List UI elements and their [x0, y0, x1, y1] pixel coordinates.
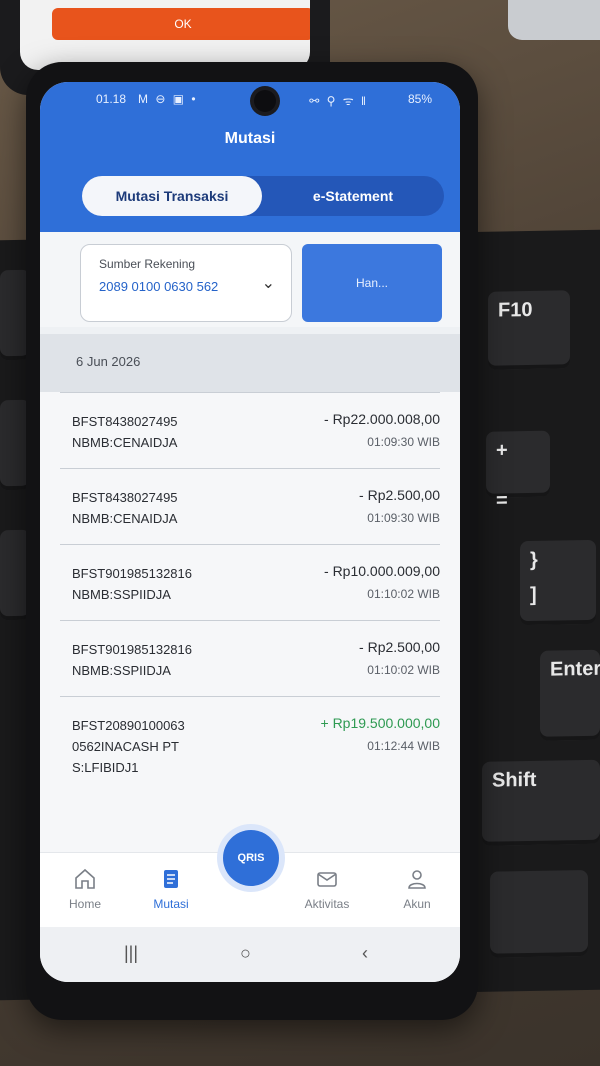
chevron-down-icon: ⌄ [261, 275, 275, 292]
battery-level: 85% [407, 92, 432, 106]
date-label: 6 Jun 2026 [76, 354, 141, 369]
transaction-description: BFST8438027495 NBMB:CENAIDJA [72, 490, 178, 526]
transaction-description: BFST8438027495 NBMB:CENAIDJA [72, 414, 178, 450]
nav-home-label: Home [68, 897, 101, 911]
key-enter: Enter [540, 649, 600, 741]
home-icon [75, 868, 95, 889]
transaction-amount: + Rp19.500.000,00 [320, 715, 441, 731]
nav-mutasi[interactable]: Mutasi [136, 867, 206, 911]
account-number: 2089 0100 0630 562 [99, 279, 219, 294]
transaction-time: 01:09:30 WIB [367, 511, 440, 525]
qris-label: QRIS [237, 852, 265, 864]
app-header: 01.18 M ⊖ ▣ • ⚯ ⚲ ᯤ ‖ 85% Mutasi Mutasi … [40, 82, 460, 232]
account-selector[interactable]: Sumber Rekening 2089 0100 0630 562 ⌄ [80, 244, 292, 322]
transaction-row[interactable]: BFST8438027495 NBMB:CENAIDJA - Rp22.000.… [60, 392, 440, 468]
transaction-row[interactable]: BFST901985132816 NBMB:SSPIIDJA - Rp10.00… [60, 544, 440, 620]
back-button[interactable]: ‹ [362, 943, 368, 964]
tab-bar: Mutasi Transaksi e-Statement [82, 176, 444, 216]
account-label: Sumber Rekening [99, 257, 196, 271]
transaction-description: BFST20890100063 0562INACASH PT S:LFIBIDJ… [72, 718, 185, 775]
background-phone-screen: OK [20, 0, 310, 70]
date-header: 6 Jun 2026 [40, 334, 460, 392]
transaction-list: BFST8438027495 NBMB:CENAIDJA - Rp22.000.… [40, 392, 460, 852]
key-equals: = [496, 489, 508, 512]
mail-icon [317, 872, 337, 887]
nav-aktivitas[interactable]: Aktivitas [292, 867, 362, 911]
tab-e-statement[interactable]: e-Statement [262, 176, 444, 216]
transaction-row[interactable]: BFST8438027495 NBMB:CENAIDJA - Rp2.500,0… [60, 468, 440, 544]
nav-akun[interactable]: Akun [382, 867, 452, 911]
transaction-row[interactable]: BFST20890100063 0562INACASH PT S:LFIBIDJ… [60, 696, 440, 796]
nav-akun-label: Akun [403, 897, 431, 911]
system-navigation: ||| ○ ‹ [40, 927, 460, 982]
page-title: Mutasi [224, 130, 276, 147]
status-time: 01.18 [96, 92, 127, 106]
account-section: Sumber Rekening 2089 0100 0630 562 ⌄ Han… [40, 232, 460, 327]
transaction-time: 01:09:30 WIB [367, 435, 440, 449]
nav-aktivitas-label: Aktivitas [304, 897, 350, 911]
transaction-time: 01:10:02 WIB [367, 663, 440, 677]
transaction-row[interactable]: BFST901985132816 NBMB:SSPIIDJA - Rp2.500… [60, 620, 440, 696]
transaction-amount: - Rp2.500,00 [359, 639, 440, 655]
nav-mutasi-label: Mutasi [153, 897, 189, 911]
transaction-amount: - Rp2.500,00 [359, 487, 440, 503]
key-shift: Shift [482, 759, 600, 846]
transaction-description: BFST901985132816 NBMB:SSPIIDJA [72, 642, 192, 678]
signal-icons: ⚯ ⚲ ᯤ ‖ [309, 94, 368, 108]
transaction-amount: - Rp10.000.009,00 [324, 563, 440, 579]
tab-mutasi-transaksi[interactable]: Mutasi Transaksi [82, 176, 262, 216]
account-action-button[interactable]: Han... [302, 244, 442, 322]
transaction-amount: - Rp22.000.008,00 [324, 411, 440, 427]
key-bracket: ] [530, 583, 537, 606]
transaction-time: 01:10:02 WIB [367, 587, 440, 601]
transaction-time: 01:12:44 WIB [367, 739, 440, 753]
notification-icons: M ⊖ ▣ • [138, 92, 198, 106]
front-camera [254, 90, 276, 112]
qris-button[interactable]: QRIS [223, 830, 279, 886]
user-icon [408, 870, 426, 889]
document-icon [164, 870, 178, 888]
status-bar: 01.18 M ⊖ ▣ • ⚯ ⚲ ᯤ ‖ 85% [40, 90, 460, 112]
key-menu [490, 869, 588, 958]
transaction-description: BFST901985132816 NBMB:SSPIIDJA [72, 566, 192, 602]
nav-home[interactable]: Home [50, 867, 120, 911]
home-button[interactable]: ○ [240, 943, 251, 964]
phone-screen: 01.18 M ⊖ ▣ • ⚯ ⚲ ᯤ ‖ 85% Mutasi Mutasi … [40, 82, 460, 982]
recent-apps-button[interactable]: ||| [124, 943, 138, 964]
background-ok-button: OK [52, 8, 310, 40]
background-device [508, 0, 600, 40]
key-f10: F10 [488, 290, 570, 370]
